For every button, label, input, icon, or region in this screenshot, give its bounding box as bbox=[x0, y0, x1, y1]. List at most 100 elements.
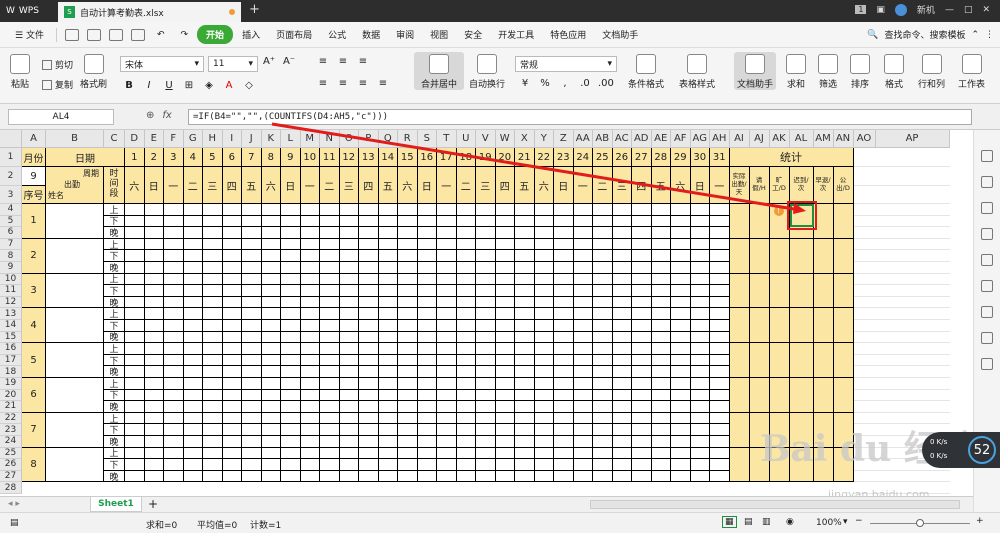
cell-attendance[interactable] bbox=[378, 412, 398, 425]
cell-attendance[interactable] bbox=[632, 204, 652, 216]
row-header[interactable]: 11 bbox=[0, 285, 22, 297]
cell-attendance[interactable] bbox=[242, 354, 262, 367]
row-header[interactable]: 24 bbox=[0, 436, 22, 448]
cell-attendance[interactable] bbox=[261, 459, 281, 471]
column-header[interactable]: AF bbox=[671, 130, 691, 148]
cell-attendance[interactable] bbox=[593, 238, 613, 251]
column-header[interactable]: N bbox=[320, 130, 340, 148]
cell-attendance[interactable] bbox=[359, 320, 379, 332]
cell-attendance[interactable] bbox=[710, 331, 730, 344]
fx-icon[interactable]: fx bbox=[162, 110, 171, 121]
cell-attendance[interactable] bbox=[398, 389, 418, 402]
cell-attendance[interactable] bbox=[651, 424, 671, 436]
cell-attendance[interactable] bbox=[593, 296, 613, 309]
cell-attendance[interactable] bbox=[242, 273, 262, 286]
cell-attendance[interactable] bbox=[690, 366, 710, 378]
column-header[interactable]: F bbox=[164, 130, 184, 148]
cell-attendance[interactable] bbox=[437, 424, 457, 436]
cell-attendance[interactable] bbox=[710, 412, 730, 425]
column-header[interactable]: B bbox=[46, 130, 104, 148]
cell-attendance[interactable] bbox=[261, 470, 281, 483]
cell-empty[interactable] bbox=[853, 262, 950, 274]
tab-data[interactable]: 数据 bbox=[355, 25, 387, 44]
cell-empty[interactable] bbox=[853, 401, 950, 413]
cell-attendance[interactable] bbox=[183, 204, 203, 216]
cell-attendance[interactable] bbox=[222, 343, 242, 355]
cell-attendance[interactable] bbox=[515, 331, 535, 344]
cell-attendance[interactable] bbox=[456, 378, 476, 390]
cell-attendance[interactable] bbox=[690, 447, 710, 460]
cell-empty[interactable] bbox=[853, 167, 950, 186]
cell-attendance[interactable] bbox=[612, 343, 632, 355]
cell-attendance[interactable] bbox=[320, 238, 340, 251]
cell-attendance[interactable] bbox=[534, 436, 554, 448]
cell-attendance[interactable] bbox=[515, 436, 535, 448]
cell-attendance[interactable] bbox=[593, 227, 613, 239]
cell-attendance[interactable] bbox=[495, 273, 515, 286]
cell-day-number[interactable]: 17 bbox=[437, 148, 457, 167]
cell-attendance[interactable] bbox=[144, 459, 164, 471]
cell-stat-value[interactable] bbox=[833, 204, 854, 239]
cell-attendance[interactable] bbox=[476, 447, 496, 460]
cell-attendance[interactable] bbox=[437, 412, 457, 425]
cell-attendance[interactable] bbox=[515, 378, 535, 390]
cell-attendance[interactable] bbox=[632, 412, 652, 425]
cell-empty[interactable] bbox=[853, 471, 950, 483]
cell-empty[interactable] bbox=[853, 186, 950, 204]
conditional-format-button[interactable]: 条件格式 bbox=[628, 54, 664, 90]
cell-attendance[interactable] bbox=[183, 273, 203, 286]
cut-button[interactable]: 剪切 bbox=[42, 58, 73, 71]
cell-attendance[interactable] bbox=[612, 470, 632, 483]
export-pdf-icon[interactable] bbox=[86, 28, 101, 41]
cell-attendance[interactable] bbox=[534, 401, 554, 413]
command-search[interactable]: 🔍 查找命令、搜索模板 ⌃ ⋮ bbox=[867, 28, 994, 42]
cell-attendance[interactable] bbox=[281, 296, 301, 309]
cell-attendance[interactable] bbox=[710, 401, 730, 413]
cell-seq-number[interactable]: 3 bbox=[22, 273, 46, 309]
cell-attendance[interactable] bbox=[359, 389, 379, 402]
cell-attendance[interactable] bbox=[378, 273, 398, 286]
cell-attendance[interactable] bbox=[612, 215, 632, 228]
cell-seq-number[interactable]: 2 bbox=[22, 238, 46, 274]
format-icon[interactable] bbox=[981, 202, 993, 214]
cell-attendance[interactable] bbox=[632, 401, 652, 413]
cell-attendance[interactable] bbox=[534, 296, 554, 309]
row-header[interactable]: 14 bbox=[0, 320, 22, 332]
cell-stat-value[interactable] bbox=[833, 238, 854, 274]
cell-attendance[interactable] bbox=[261, 215, 281, 228]
cell-attendance[interactable] bbox=[651, 447, 671, 460]
cell-attendance[interactable] bbox=[593, 250, 613, 262]
cell-attendance[interactable] bbox=[203, 459, 223, 471]
cell-attendance[interactable] bbox=[125, 354, 145, 367]
row-header[interactable]: 9 bbox=[0, 262, 22, 274]
cell-attendance[interactable] bbox=[320, 331, 340, 344]
italic-icon[interactable]: I bbox=[142, 80, 156, 91]
cell-day-number[interactable]: 8 bbox=[261, 148, 281, 167]
cell-attendance[interactable] bbox=[183, 424, 203, 436]
cell-attendance[interactable] bbox=[203, 436, 223, 448]
cell-attendance[interactable] bbox=[417, 262, 437, 274]
cell-attendance[interactable] bbox=[612, 424, 632, 436]
cell-attendance[interactable] bbox=[144, 262, 164, 274]
cell-attendance[interactable] bbox=[417, 227, 437, 239]
cell-empty[interactable] bbox=[853, 308, 950, 320]
cell-attendance[interactable] bbox=[398, 412, 418, 425]
cell-attendance[interactable] bbox=[632, 262, 652, 274]
column-header[interactable]: A bbox=[22, 130, 46, 148]
decimal-dec-icon[interactable]: .00 bbox=[598, 78, 614, 89]
cell-attendance[interactable] bbox=[593, 412, 613, 425]
cell-attendance[interactable] bbox=[203, 447, 223, 460]
column-header[interactable]: V bbox=[476, 130, 496, 148]
cell-day-number[interactable]: 14 bbox=[378, 148, 398, 167]
cell-attendance[interactable] bbox=[612, 366, 632, 378]
cell-empty[interactable] bbox=[853, 343, 950, 355]
cell-attendance[interactable] bbox=[300, 262, 320, 274]
cell-attendance[interactable] bbox=[378, 459, 398, 471]
cell-attendance[interactable] bbox=[651, 354, 671, 367]
cell-seq-number[interactable]: 6 bbox=[22, 378, 46, 413]
cell-attendance[interactable] bbox=[437, 378, 457, 390]
column-header[interactable]: C bbox=[104, 130, 125, 148]
cell-attendance[interactable] bbox=[242, 238, 262, 251]
cell-attendance[interactable] bbox=[573, 412, 593, 425]
cell-empty[interactable] bbox=[853, 320, 950, 332]
